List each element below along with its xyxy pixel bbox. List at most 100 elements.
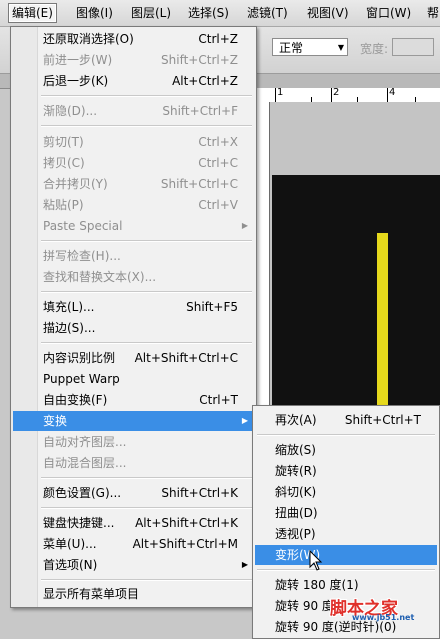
menu-item-auto-blend-layers[interactable]: 自动混合图层... [13, 453, 254, 473]
menu-separator [41, 125, 252, 127]
menu-item-copy[interactable]: 拷贝(C) Ctrl+C [13, 153, 254, 173]
menu-item-shortcut: Alt+Shift+Ctrl+M [132, 537, 238, 551]
menu-item-shortcut: Ctrl+Z [198, 32, 238, 46]
horizontal-ruler[interactable]: 1 2 4 [255, 87, 440, 103]
menu-item-shortcut: Shift+Ctrl+K [161, 486, 238, 500]
menu-item-copy-merged[interactable]: 合并拷贝(Y) Shift+Ctrl+C [13, 174, 254, 194]
menu-filter[interactable]: 滤镜(T) [247, 4, 288, 22]
menu-item-paste-special[interactable]: Paste Special ▶ [13, 216, 254, 236]
menu-item-shortcut: Ctrl+T [199, 393, 238, 407]
menu-item-label: 后退一步(K) [43, 74, 109, 88]
menu-item-label: 首选项(N) [43, 558, 98, 572]
menu-item-label: 查找和替换文本(X)... [43, 270, 157, 284]
menu-item-label: 粘贴(P) [43, 198, 84, 212]
menu-item-label: Paste Special [43, 219, 123, 233]
menu-item-spell-check[interactable]: 拼写检查(H)... [13, 246, 254, 266]
menu-separator [41, 291, 252, 293]
menu-item-shortcut: Alt+Shift+Ctrl+K [135, 516, 238, 530]
menu-item-label: 键盘快捷键... [43, 516, 115, 530]
menu-item-label: 自由变换(F) [43, 393, 108, 407]
menu-separator [41, 579, 252, 581]
menu-item-scale[interactable]: 缩放(S) [255, 440, 437, 460]
menu-item-preferences[interactable]: 首选项(N) ▶ [13, 555, 254, 575]
menu-item-shortcut: Shift+Ctrl+C [160, 177, 238, 191]
menu-item-label: 拼写检查(H)... [43, 249, 121, 263]
menu-separator [41, 507, 252, 509]
menu-item-label: 剪切(T) [43, 135, 84, 149]
menu-window[interactable]: 窗口(W) [366, 4, 411, 22]
ruler-label: 1 [277, 87, 284, 98]
menu-item-label: 自动混合图层... [43, 456, 127, 470]
menu-select[interactable]: 选择(S) [188, 4, 229, 22]
menu-item-find-replace[interactable]: 查找和替换文本(X)... [13, 267, 254, 287]
menu-item-shortcut: Ctrl+V [198, 198, 238, 212]
chevron-down-icon: ▼ [337, 43, 344, 52]
menu-item-label: 合并拷贝(Y) [43, 177, 108, 191]
menu-item-fill[interactable]: 填充(L)... Shift+F5 [13, 297, 254, 317]
menu-item-free-transform[interactable]: 自由变换(F) Ctrl+T [13, 390, 254, 410]
menu-item-label: 自动对齐图层... [43, 435, 127, 449]
menu-item-distort[interactable]: 扭曲(D) [255, 503, 437, 523]
menu-edit[interactable]: 编辑(E) [8, 3, 57, 23]
width-label: 宽度: [360, 42, 389, 56]
ruler-label: 2 [333, 87, 340, 98]
submenu-arrow-icon: ▶ [241, 416, 248, 425]
menu-item-shortcut: Shift+Ctrl+F [162, 104, 238, 118]
menu-separator [41, 342, 252, 344]
menu-item-shortcut: Alt+Shift+Ctrl+C [134, 351, 238, 365]
menu-item-undo[interactable]: 还原取消选择(O) Ctrl+Z [13, 29, 254, 49]
menu-item-menus[interactable]: 菜单(U)... Alt+Shift+Ctrl+M [13, 534, 254, 554]
menu-help[interactable]: 帮 [427, 4, 439, 22]
menu-item-cut[interactable]: 剪切(T) Ctrl+X [13, 132, 254, 152]
menu-item-shortcut: Ctrl+X [198, 135, 238, 149]
submenu-arrow-icon: ▶ [241, 560, 248, 569]
menu-item-shortcut: Ctrl+C [198, 156, 238, 170]
menu-item-auto-align-layers[interactable]: 自动对齐图层... [13, 432, 254, 452]
menu-bar: 编辑(E) 图像(I) 图层(L) 选择(S) 滤镜(T) 视图(V) 窗口(W… [0, 0, 440, 27]
menu-separator [257, 434, 435, 436]
menu-separator [41, 477, 252, 479]
menu-separator [41, 240, 252, 242]
menu-item-label: 缩放(S) [275, 443, 316, 457]
menu-image[interactable]: 图像(I) [76, 4, 113, 22]
submenu-arrow-icon: ▶ [241, 221, 248, 230]
menu-item-label: 拷贝(C) [43, 156, 85, 170]
menu-item-perspective[interactable]: 透视(P) [255, 524, 437, 544]
menu-item-warp[interactable]: 变形(W) [255, 545, 437, 565]
menu-item-shortcut: Shift+Ctrl+T [344, 413, 421, 427]
menu-item-puppet-warp[interactable]: Puppet Warp [13, 369, 254, 389]
menu-item-label: 前进一步(W) [43, 53, 113, 67]
menu-item-paste[interactable]: 粘贴(P) Ctrl+V [13, 195, 254, 215]
menu-item-rotate-180[interactable]: 旋转 180 度(1) [255, 575, 437, 595]
mouse-cursor-icon [309, 550, 323, 571]
menu-separator [41, 95, 252, 97]
menu-item-keyboard-shortcuts[interactable]: 键盘快捷键... Alt+Shift+Ctrl+K [13, 513, 254, 533]
yellow-shape[interactable] [377, 233, 388, 433]
menu-item-show-all-menu-items[interactable]: 显示所有菜单项目 [13, 584, 254, 604]
menu-item-color-settings[interactable]: 颜色设置(G)... Shift+Ctrl+K [13, 483, 254, 503]
menu-item-step-backward[interactable]: 后退一步(K) Alt+Ctrl+Z [13, 71, 254, 91]
menu-item-label: 渐隐(D)... [43, 104, 98, 118]
menu-item-label: 变换 [43, 414, 68, 428]
menu-layer[interactable]: 图层(L) [131, 4, 171, 22]
menu-item-label: Puppet Warp [43, 372, 120, 386]
menu-item-again[interactable]: 再次(A) Shift+Ctrl+T [255, 410, 437, 430]
menu-item-step-forward[interactable]: 前进一步(W) Shift+Ctrl+Z [13, 50, 254, 70]
menu-item-label: 旋转 180 度(1) [275, 578, 359, 592]
menu-item-label: 菜单(U)... [43, 537, 97, 551]
blend-mode-value: 正常 [279, 41, 304, 55]
menu-view[interactable]: 视图(V) [307, 4, 349, 22]
blend-mode-select[interactable]: 正常 ▼ [272, 38, 348, 56]
width-field[interactable] [392, 38, 434, 56]
menu-separator [257, 569, 435, 571]
menu-item-fade[interactable]: 渐隐(D)... Shift+Ctrl+F [13, 101, 254, 121]
menu-item-label: 内容识别比例 [43, 351, 116, 365]
menu-item-content-aware-scale[interactable]: 内容识别比例 Alt+Shift+Ctrl+C [13, 348, 254, 368]
menu-item-transform[interactable]: 变换 ▶ [13, 411, 254, 431]
menu-item-skew[interactable]: 斜切(K) [255, 482, 437, 502]
menu-item-label: 旋转(R) [275, 464, 317, 478]
menu-item-label: 显示所有菜单项目 [43, 587, 140, 601]
menu-item-rotate[interactable]: 旋转(R) [255, 461, 437, 481]
menu-item-stroke[interactable]: 描边(S)... [13, 318, 254, 338]
menu-item-label: 扭曲(D) [275, 506, 318, 520]
